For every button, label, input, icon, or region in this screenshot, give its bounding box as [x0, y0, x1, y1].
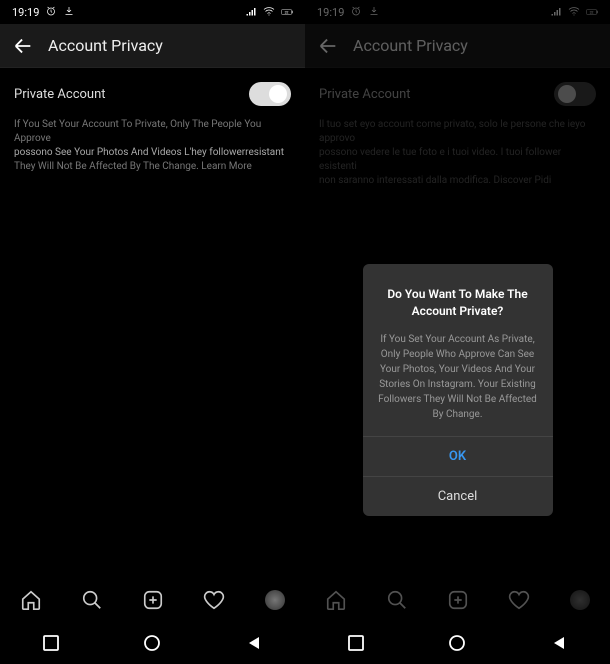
add-post-icon[interactable] — [446, 588, 470, 612]
download-icon — [368, 5, 380, 20]
header-title: Account Privacy — [353, 36, 468, 55]
private-account-row: Private Account — [0, 68, 305, 116]
status-bar: 19:19 32 — [305, 0, 610, 24]
profile-icon[interactable] — [263, 588, 287, 612]
search-icon[interactable] — [80, 588, 104, 612]
private-account-label: Private Account — [14, 87, 106, 102]
status-time: 19:19 — [317, 6, 344, 19]
header: Account Privacy — [305, 24, 610, 68]
profile-icon[interactable] — [568, 588, 592, 612]
screen-right: 19:19 32 Account Privacy Private Account… — [305, 0, 610, 664]
status-bar: 19:19 32 — [0, 0, 305, 24]
recents-button[interactable] — [42, 634, 60, 652]
content-area: Private Account If You Set Your Account … — [0, 68, 305, 578]
status-time: 19:19 — [12, 6, 39, 19]
back-sys-button[interactable] — [245, 634, 263, 652]
home-icon[interactable] — [19, 588, 43, 612]
modal-ok-button[interactable]: OK — [363, 436, 553, 476]
modal-body: If You Set Your Account As Private, Only… — [363, 332, 553, 436]
home-icon[interactable] — [324, 588, 348, 612]
battery-icon: 32 — [281, 6, 293, 18]
wifi-icon — [568, 5, 580, 20]
back-sys-button[interactable] — [550, 634, 568, 652]
search-icon[interactable] — [385, 588, 409, 612]
signal-icon — [245, 5, 257, 20]
signal-icon — [550, 5, 562, 20]
header-title: Account Privacy — [48, 36, 163, 55]
bottom-nav — [305, 578, 610, 622]
alarm-icon — [350, 5, 362, 20]
battery-icon: 32 — [586, 6, 598, 18]
modal-cancel-button[interactable]: Cancel — [363, 476, 553, 516]
screen-left: 19:19 32 Account Privacy Private Account… — [0, 0, 305, 664]
activity-icon[interactable] — [507, 588, 531, 612]
alarm-icon — [45, 5, 57, 20]
content-area: Private Account Il tuo set eyo account c… — [305, 68, 610, 578]
private-account-toggle[interactable] — [249, 82, 291, 106]
system-nav — [0, 622, 305, 664]
download-icon — [63, 5, 75, 20]
wifi-icon — [263, 5, 275, 20]
privacy-description: If You Set Your Account To Private, Only… — [0, 116, 305, 184]
svg-text:32: 32 — [285, 10, 289, 14]
system-nav — [305, 622, 610, 664]
home-button[interactable] — [143, 634, 161, 652]
confirm-private-modal: Do You Want To Make The Account Private?… — [363, 264, 553, 516]
modal-title: Do You Want To Make The Account Private? — [363, 286, 553, 332]
home-button[interactable] — [448, 634, 466, 652]
recents-button[interactable] — [347, 634, 365, 652]
activity-icon[interactable] — [202, 588, 226, 612]
header: Account Privacy — [0, 24, 305, 68]
back-button[interactable] — [317, 35, 339, 57]
svg-text:32: 32 — [590, 10, 594, 14]
back-button[interactable] — [12, 35, 34, 57]
add-post-icon[interactable] — [141, 588, 165, 612]
bottom-nav — [0, 578, 305, 622]
